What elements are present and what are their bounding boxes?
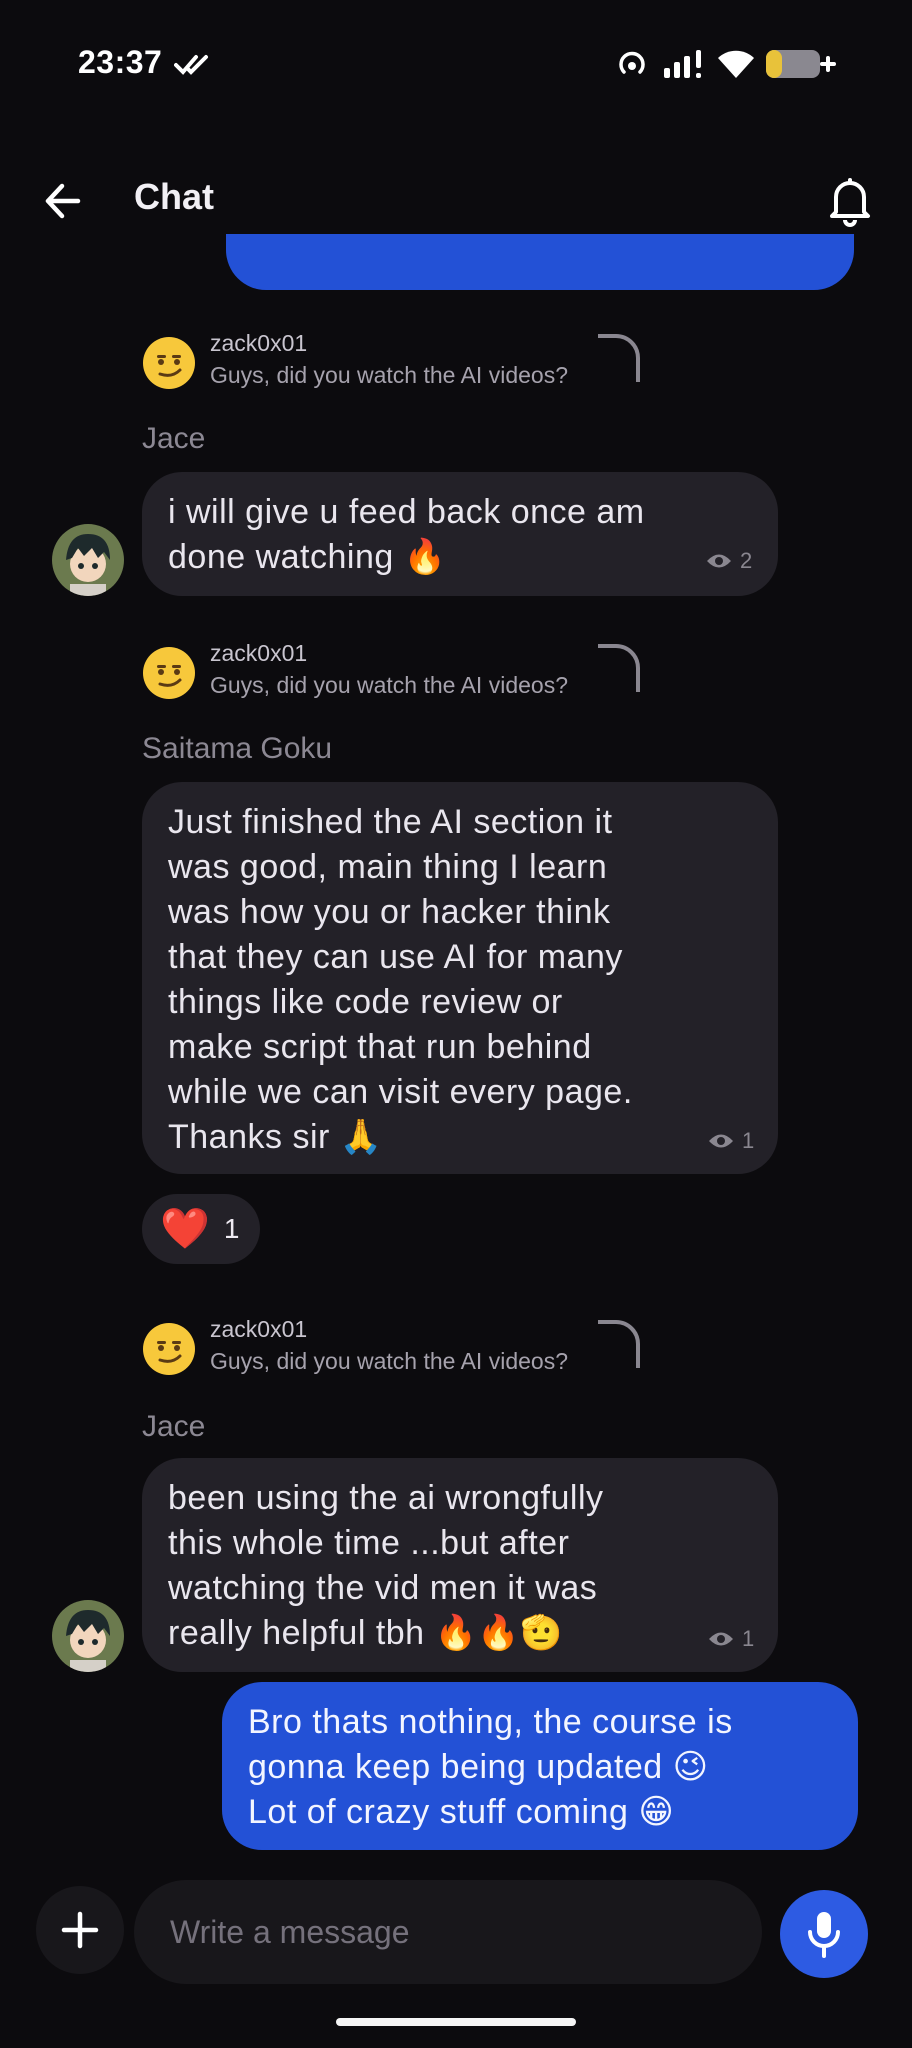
double-check-icon [174, 55, 208, 75]
plus-icon [61, 1911, 99, 1949]
sender-name: Jace [142, 422, 206, 455]
reply-name: zack0x01 [210, 330, 308, 356]
message-line: watching the vid men it was [168, 1569, 598, 1607]
reaction-chip[interactable]: ❤️ 1 [142, 1194, 260, 1264]
avatar-image [52, 1600, 124, 1672]
message-line: Just finished the AI section it [168, 803, 613, 841]
message-line: gonna keep being updated 😉 [248, 1748, 709, 1786]
mic-button[interactable] [780, 1890, 868, 1978]
reply-text: Guys, did you watch the AI videos? [210, 362, 568, 388]
reply-corner-icon [598, 334, 640, 382]
eye-icon [709, 1632, 733, 1646]
view-count-value: 1 [742, 1626, 755, 1651]
message-line: that they can use AI for many [168, 938, 623, 976]
bell-icon[interactable] [822, 172, 878, 228]
page-title: Chat [134, 176, 214, 217]
message-bubble[interactable]: Just finished the AI section it was good… [142, 782, 778, 1174]
message-line: things like code review or [168, 983, 563, 1021]
message-input[interactable] [134, 1880, 762, 1984]
avatar[interactable] [52, 1600, 124, 1672]
reply-preview[interactable]: zack0x01 Guys, did you watch the AI vide… [142, 1316, 662, 1380]
reply-name: zack0x01 [210, 1316, 308, 1342]
view-count: 1 [708, 1128, 754, 1154]
message-line: Thanks sir 🙏 [168, 1118, 383, 1156]
attach-button[interactable] [36, 1886, 124, 1974]
message-line: Lot of crazy stuff coming 😁 [248, 1793, 675, 1831]
signal-icon [664, 50, 701, 78]
eye-icon [709, 1134, 733, 1148]
message-bubble[interactable]: i will give u feed back once am done wat… [142, 472, 778, 596]
avatar-image [52, 524, 124, 596]
message-line: i will give u feed back once am [168, 493, 645, 531]
back-arrow-icon[interactable] [36, 176, 92, 226]
view-count-value: 1 [742, 1128, 755, 1153]
previous-message-bubble [226, 234, 854, 290]
view-count: 2 [706, 548, 752, 574]
message-composer [0, 1880, 912, 1990]
message-line: make script that run behind [168, 1028, 592, 1066]
wifi-icon [718, 50, 754, 78]
status-bar: 23:37 [0, 0, 912, 130]
message-line: done watching 🔥 [168, 538, 447, 576]
message-line: Bro thats nothing, the course is [248, 1703, 733, 1741]
reply-corner-icon [598, 1320, 640, 1368]
hotspot-icon [619, 51, 645, 74]
avatar[interactable] [52, 524, 124, 596]
view-count: 1 [708, 1626, 754, 1652]
message-line: was good, main thing I learn [168, 848, 608, 886]
message-line: was how you or hacker think [168, 893, 611, 931]
smirk-emoji-icon [143, 1323, 195, 1375]
message-line: really helpful tbh 🔥🔥🫡 [168, 1614, 564, 1652]
message-line: been using the ai wrongfully [168, 1479, 604, 1517]
battery-icon [766, 50, 836, 78]
reply-text: Guys, did you watch the AI videos? [210, 672, 568, 698]
heart-reaction-icon: ❤️ [160, 1207, 210, 1251]
reply-preview[interactable]: zack0x01 Guys, did you watch the AI vide… [142, 330, 662, 394]
message-line: while we can visit every page. [168, 1073, 633, 1111]
message-bubble[interactable]: been using the ai wrongfully this whole … [142, 1458, 778, 1672]
my-message-bubble[interactable]: Bro thats nothing, the course is gonna k… [222, 1682, 858, 1850]
reply-preview[interactable]: zack0x01 Guys, did you watch the AI vide… [142, 640, 662, 704]
reaction-count: 1 [223, 1213, 240, 1244]
reply-name: zack0x01 [210, 640, 308, 666]
sender-name: Jace [142, 1410, 206, 1443]
mic-icon [808, 1912, 840, 1958]
smirk-emoji-icon [143, 337, 195, 389]
smirk-emoji-icon [143, 647, 195, 699]
reply-text: Guys, did you watch the AI videos? [210, 1348, 568, 1374]
view-count-value: 2 [740, 548, 753, 573]
message-line: this whole time ...but after [168, 1524, 570, 1562]
reply-corner-icon [598, 644, 640, 692]
sender-name: Saitama Goku [142, 732, 333, 765]
eye-icon [707, 554, 731, 568]
status-time: 23:37 [78, 44, 163, 80]
home-indicator[interactable] [336, 2018, 576, 2026]
